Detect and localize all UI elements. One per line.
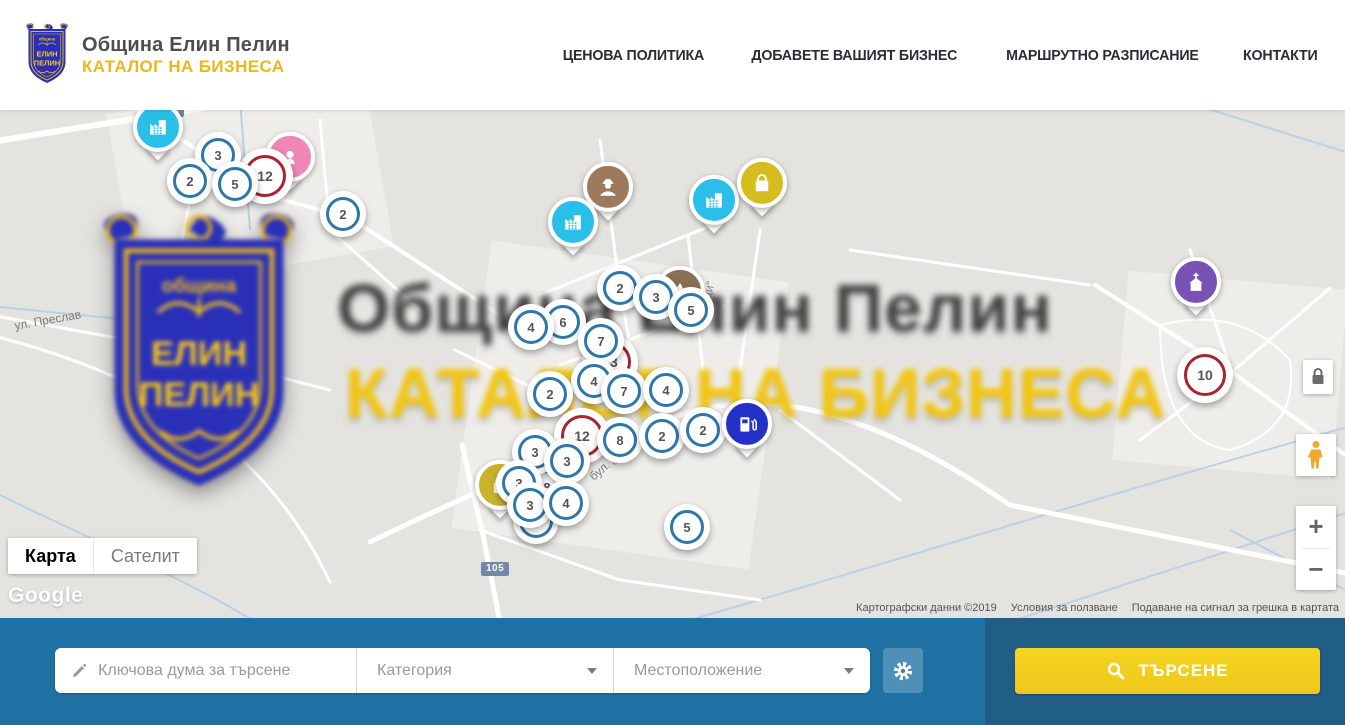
- brand-title: Община Елин Пелин: [82, 34, 290, 57]
- cluster-count: 5: [683, 520, 690, 535]
- cluster-marker[interactable]: 4: [543, 480, 589, 526]
- cluster-count: 2: [186, 174, 193, 189]
- search-button[interactable]: ТЪРСЕНЕ: [1015, 648, 1320, 694]
- keyword-search-input[interactable]: [98, 662, 344, 680]
- cluster-count: 2: [546, 387, 553, 402]
- factory-pin[interactable]: [546, 197, 600, 263]
- map-attribution: Картографски данни ©2019 Условия за полз…: [856, 602, 1339, 614]
- cluster-count: 8: [616, 433, 623, 448]
- cluster-count: 6: [559, 315, 566, 330]
- fuel-pin[interactable]: [720, 399, 774, 465]
- cluster-marker[interactable]: 7: [578, 318, 624, 364]
- cluster-marker[interactable]: 5: [668, 287, 714, 333]
- category-select-label: Категория: [377, 662, 452, 680]
- bag-pin[interactable]: [735, 158, 789, 224]
- street-view-pegman[interactable]: [1296, 434, 1336, 476]
- svg-text:ПЕЛИН: ПЕЛИН: [34, 59, 60, 68]
- fuel-icon: [722, 399, 772, 449]
- google-logo[interactable]: Google: [8, 584, 83, 608]
- bag-icon: [737, 158, 787, 208]
- svg-text:ЕЛИН: ЕЛИН: [36, 50, 57, 59]
- factory-pin[interactable]: [131, 110, 185, 168]
- search-fields: Категория Местоположение: [55, 648, 870, 693]
- cluster-marker[interactable]: 4: [508, 304, 554, 350]
- municipality-logo-icon: община ЕЛИН ПЕЛИН: [22, 23, 72, 87]
- cluster-marker[interactable]: 5: [212, 161, 258, 207]
- cluster-count: 5: [231, 177, 238, 192]
- cluster-count: 3: [563, 454, 570, 469]
- brand-link[interactable]: община ЕЛИН ПЕЛИН Община Елин Пелин КАТА…: [22, 23, 290, 87]
- advanced-settings-button[interactable]: [883, 648, 923, 693]
- gear-icon: [892, 660, 914, 682]
- church-icon: [1171, 257, 1221, 307]
- cluster-marker[interactable]: 7: [601, 368, 647, 414]
- search-icon: [1106, 661, 1126, 681]
- cluster-count: 3: [526, 498, 533, 513]
- cluster-count: 4: [527, 320, 534, 335]
- cluster-count: 3: [652, 290, 659, 305]
- zoom-in-button[interactable]: +: [1296, 506, 1336, 548]
- zoom-out-button[interactable]: −: [1296, 549, 1336, 591]
- map-type-satellite-button[interactable]: Сателит: [93, 538, 197, 574]
- cluster-marker[interactable]: 5: [664, 504, 710, 550]
- cluster-count: 10: [1197, 367, 1213, 383]
- cluster-count: 7: [597, 334, 604, 349]
- cluster-count: 12: [257, 168, 273, 184]
- search-button-label: ТЪРСЕНЕ: [1138, 661, 1228, 681]
- lock-icon: [1308, 366, 1328, 388]
- location-select[interactable]: Местоположение: [613, 648, 870, 693]
- nav-item-pricing[interactable]: ЦЕНОВА ПОЛИТИКА: [563, 47, 704, 64]
- cluster-marker[interactable]: 10: [1177, 347, 1233, 403]
- cluster-marker[interactable]: 2: [639, 413, 685, 459]
- cluster-marker[interactable]: 8: [597, 417, 643, 463]
- cluster-count: 4: [662, 383, 669, 398]
- header: община ЕЛИН ПЕЛИН Община Елин Пелин КАТА…: [0, 0, 1345, 110]
- cluster-count: 2: [339, 207, 346, 222]
- zoom-control: + −: [1296, 506, 1336, 590]
- attribution-terms-link[interactable]: Условия за ползване: [1011, 602, 1118, 614]
- factory-icon: [133, 110, 183, 152]
- attribution-copyright: Картографски данни ©2019: [856, 602, 997, 614]
- nav-item-bus-schedule[interactable]: МАРШРУТНО РАЗПИСАНИЕ: [1006, 47, 1199, 64]
- nav-item-contacts[interactable]: КОНТАКТИ: [1243, 47, 1318, 64]
- cluster-count: 2: [658, 429, 665, 444]
- attribution-report-error-link[interactable]: Подаване на сигнал за грешка в картата: [1132, 602, 1339, 614]
- cluster-count: 3: [214, 148, 221, 163]
- church-pin[interactable]: [1169, 257, 1223, 323]
- cluster-count: 2: [616, 281, 623, 296]
- pencil-icon: [71, 661, 88, 680]
- lock-button[interactable]: [1303, 360, 1333, 394]
- cluster-marker[interactable]: 3: [544, 438, 590, 484]
- cluster-marker[interactable]: 2: [527, 371, 573, 417]
- brand-subtitle: КАТАЛОГ НА БИЗНЕСА: [82, 57, 290, 77]
- markers-layer: 12325 2 23564137474212822833 3234 5 10: [0, 110, 1345, 618]
- pegman-icon: [1304, 440, 1328, 470]
- chevron-down-icon: [844, 668, 854, 674]
- cluster-count: 7: [620, 384, 627, 399]
- cluster-count: 4: [590, 374, 597, 389]
- location-select-label: Местоположение: [634, 662, 762, 680]
- map-type-control: Карта Сателит: [8, 538, 197, 574]
- factory-pin[interactable]: [687, 175, 741, 241]
- svg-text:община: община: [39, 37, 56, 42]
- chevron-down-icon: [587, 668, 597, 674]
- map-canvas[interactable]: 6002105ул. Преславбул. „Новоселци“ общин…: [0, 110, 1345, 618]
- search-bar: Категория Местоположение ТЪРСЕНЕ: [0, 618, 1345, 725]
- keyword-field[interactable]: [55, 648, 356, 693]
- map-type-map-button[interactable]: Карта: [8, 538, 93, 574]
- cluster-count: 5: [687, 303, 694, 318]
- cluster-count: 4: [562, 496, 569, 511]
- main-nav: ЦЕНОВА ПОЛИТИКА ДОБАВЕТЕ ВАШИЯТ БИЗНЕС М…: [559, 47, 1320, 64]
- cluster-marker[interactable]: 2: [320, 191, 366, 237]
- cluster-marker[interactable]: 4: [643, 367, 689, 413]
- cluster-count: 3: [531, 445, 538, 460]
- factory-icon: [689, 175, 739, 225]
- nav-item-add-business[interactable]: ДОБАВЕТЕ ВАШИЯТ БИЗНЕС: [751, 47, 957, 64]
- cluster-count: 2: [699, 423, 706, 438]
- factory-icon: [548, 197, 598, 247]
- category-select[interactable]: Категория: [356, 648, 613, 693]
